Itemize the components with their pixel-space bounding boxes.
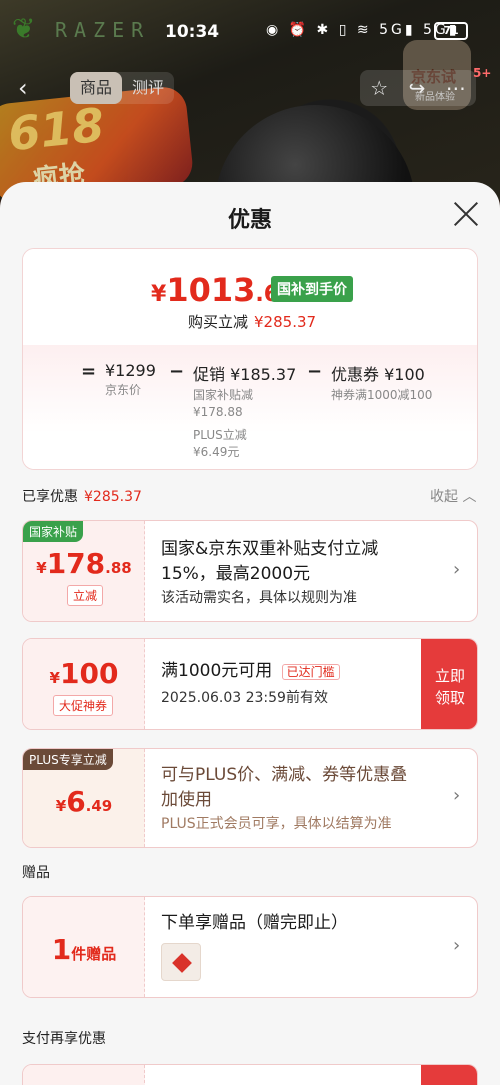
status-bar: ❦ RAZER 10:34 ◉ ⏰ ✱ ▯ ≋ 5G▮ 5G▮ 71 (0, 0, 500, 66)
minus-sign: − (169, 361, 185, 382)
subsidy-offer-card[interactable]: 国家补贴 ¥178.88 立减 国家&京东双重补贴支付立减 15%，最高2000… (22, 520, 478, 622)
coupon-type-chip: 大促神券 (53, 695, 114, 716)
clock: 10:34 (165, 22, 220, 42)
gift-count: 1件赠品 (51, 933, 117, 966)
price-breakdown: = ¥1299 京东价 − 促销 ¥185.37 国家补贴减 ¥178.88 P… (23, 345, 477, 469)
collapse-button[interactable]: 收起 ︿ (430, 486, 476, 506)
equals-sign: = (81, 361, 97, 382)
status-icons: ◉ ⏰ ✱ ▯ ≋ 5G▮ 5G▮ (266, 22, 460, 38)
coupon-offer-card: ¥100 大促神券 满1000元可用 已达门槛 2025.06.03 23:59… (22, 638, 478, 730)
battery-icon: 71 (434, 22, 468, 40)
discount-sheet: 优惠 ¥1013.63 国补到手价 购买立减¥285.37 = ¥1299 京东… (0, 182, 500, 1085)
plus-corner-tag: PLUS专享立减 (23, 749, 113, 770)
message-count-badge: 5+ (473, 66, 492, 80)
promo-amount: 促销 ¥185.37 国家补贴减 ¥178.88 PLUS立减 ¥6.49元 (193, 365, 297, 459)
enjoyed-discount-label: 已享优惠 ¥285.37 (22, 489, 142, 505)
brand-name: RAZER (55, 18, 151, 42)
plus-offer-card[interactable]: PLUS专享立减 ¥6.49 可与PLUS价、满减、券等优惠叠 加使用 PLUS… (22, 748, 478, 848)
tab-review[interactable]: 测评 (122, 72, 174, 104)
payment-offer-card[interactable] (22, 1064, 478, 1085)
threshold-reached-tag: 已达门槛 (281, 664, 340, 680)
chevron-right-icon: › (453, 935, 461, 956)
coupon-value: ¥100 (49, 657, 119, 690)
top-actions: ☆ ↪ ⋯ (360, 70, 476, 106)
claim-coupon-button[interactable]: 立即 领取 (421, 639, 477, 729)
product-tabs: 商品 测评 (70, 72, 175, 104)
more-icon[interactable]: ⋯ (446, 76, 466, 100)
close-icon[interactable] (452, 200, 480, 228)
coupon-amount: 优惠券 ¥100 神券满1000减100 (331, 365, 433, 402)
chevron-right-icon: › (453, 785, 461, 806)
share-icon[interactable]: ↪ (409, 76, 426, 100)
instant-cut-chip: 立减 (67, 585, 104, 606)
coupon-desc: 满1000元可用 已达门槛 2025.06.03 23:59前有效 (161, 659, 340, 709)
tab-product[interactable]: 商品 (70, 72, 123, 104)
gift-section-label: 赠品 (22, 865, 50, 881)
chevron-right-icon: › (453, 559, 461, 580)
favorite-star-icon[interactable]: ☆ (370, 76, 388, 100)
sheet-title: 优惠 (227, 208, 272, 233)
jd-price: ¥1299 京东价 (105, 361, 156, 397)
subsidy-price-tag: 国补到手价 (271, 276, 353, 302)
price-summary-card: ¥1013.63 国补到手价 购买立减¥285.37 = ¥1299 京东价 −… (22, 248, 478, 470)
plus-desc: 可与PLUS价、满减、券等优惠叠 加使用 PLUS正式会员可享，具体以结算为准 (161, 765, 408, 832)
back-icon[interactable]: ‹ (18, 74, 28, 102)
minus-sign: − (307, 361, 323, 382)
plus-amount: ¥6.49 (55, 785, 113, 818)
payment-discount-label: 支付再享优惠 (22, 1031, 106, 1047)
gift-desc: 下单享赠品（赠完即止） (161, 913, 348, 933)
subsidy-corner-tag: 国家补贴 (23, 521, 84, 542)
razer-logo-icon: ❦ (12, 12, 36, 45)
gift-thumbnail (161, 943, 201, 981)
subsidy-desc: 国家&京东双重补贴支付立减 15%，最高2000元 该活动需实名，具体以规则为准 (161, 539, 379, 606)
subsidy-amount: ¥178.88 (36, 547, 132, 580)
gift-card[interactable]: 1件赠品 下单享赠品（赠完即止） › (22, 896, 478, 998)
purchase-discount: 购买立减 ¥285.37 (188, 313, 317, 331)
